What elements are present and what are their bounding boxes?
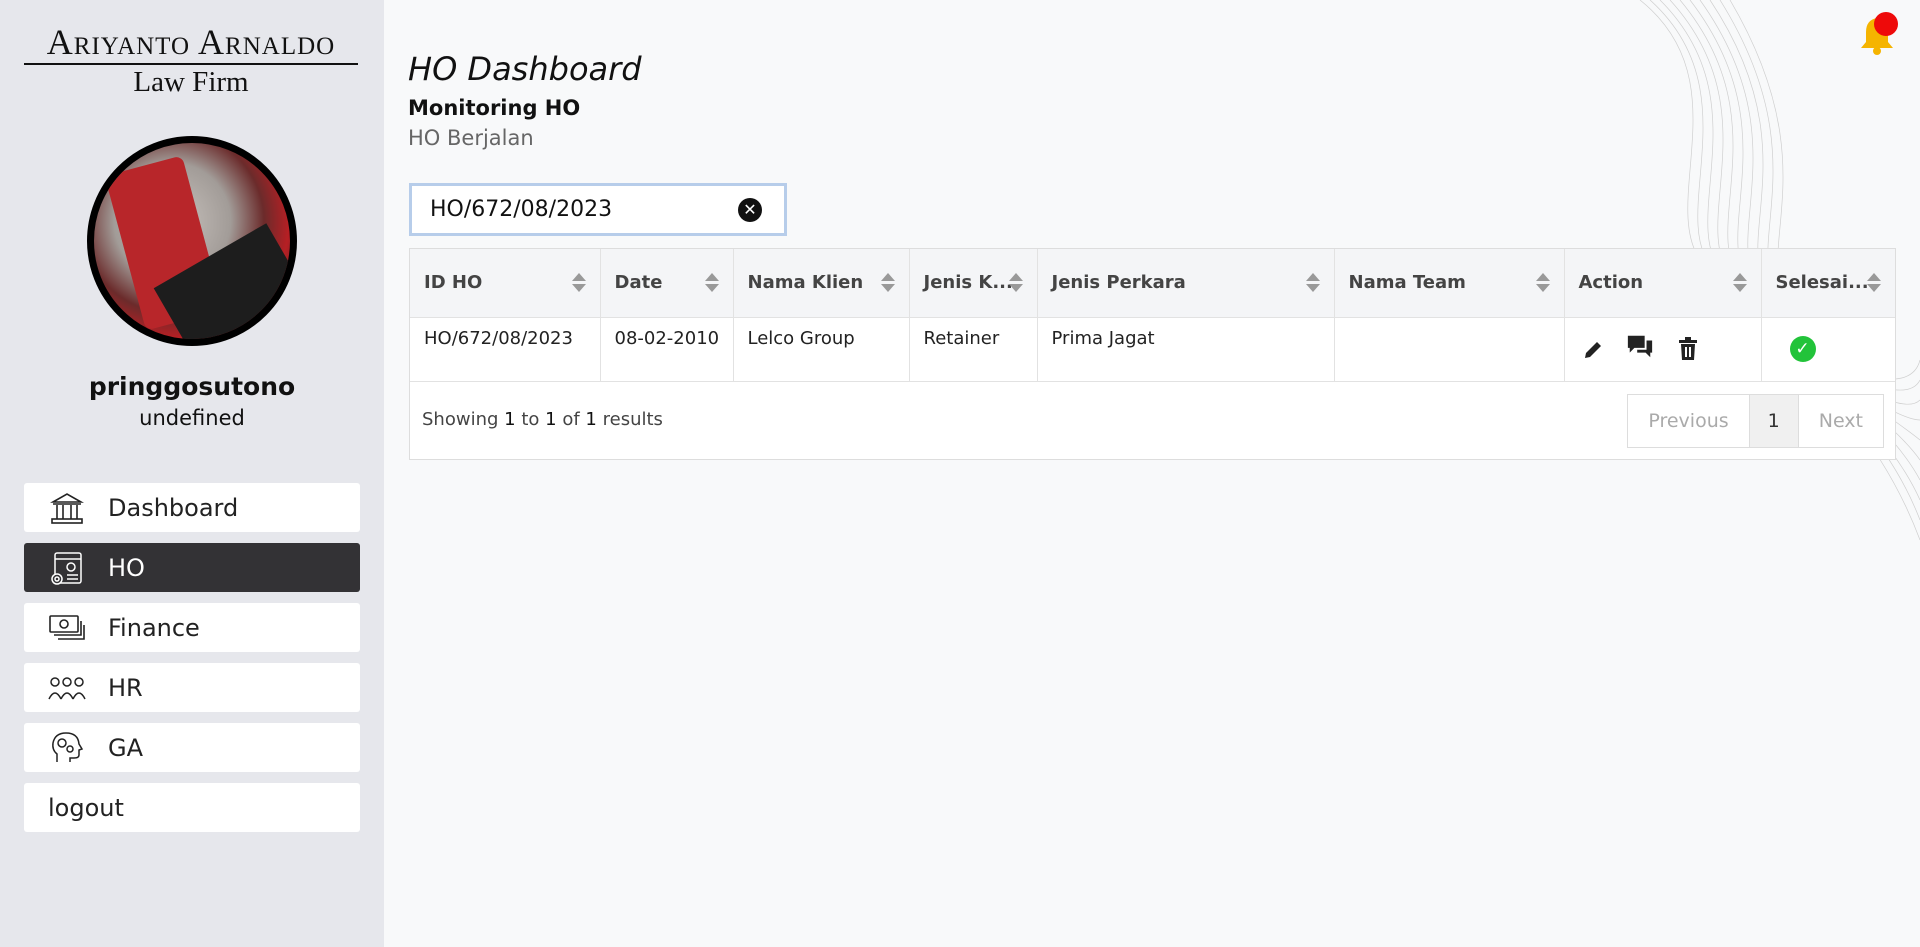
page-title: HO Dashboard: [408, 50, 642, 88]
sidebar-item-ho[interactable]: HO: [24, 543, 360, 592]
section-label: HO Berjalan: [408, 126, 534, 150]
column-header-action[interactable]: Action: [1564, 249, 1762, 318]
column-header-nama-klien[interactable]: Nama Klien: [733, 249, 910, 318]
pagination: Previous 1 Next: [1627, 394, 1884, 448]
people-group-icon: [48, 670, 86, 706]
cell-nama-team: [1334, 317, 1565, 382]
search-box: ✕: [409, 183, 787, 236]
sort-icon: [1867, 273, 1881, 293]
cell-jenis-k: Retainer: [909, 317, 1038, 382]
sidebar-item-finance[interactable]: Finance: [24, 603, 360, 652]
cell-jenis-perkara: Prima Jagat: [1037, 317, 1335, 382]
sort-icon: [1305, 273, 1320, 293]
ho-table: ID HO Date Nama Klien Jenis K... Jenis P…: [409, 248, 1896, 460]
comments-icon[interactable]: [1626, 333, 1654, 361]
table-row: HO/672/08/2023 08-02-2010 Lelco Group Re…: [410, 317, 1895, 382]
logo-rule: [24, 63, 358, 65]
law-firm-logo: Ariyanto Arnaldo Law Firm: [24, 22, 358, 97]
logout-label: logout: [48, 793, 124, 822]
head-gears-icon: [48, 730, 86, 766]
check-circle-icon[interactable]: ✓: [1789, 335, 1816, 362]
sort-icon: [704, 273, 719, 293]
sort-icon: [571, 273, 586, 293]
page-subtitle: Monitoring HO: [408, 96, 581, 120]
column-header-date[interactable]: Date: [600, 249, 734, 318]
money-cash-icon: [48, 610, 86, 646]
sort-icon: [1732, 273, 1747, 293]
cell-selesai: ✓: [1761, 317, 1895, 382]
user-name: pringgosutono: [88, 372, 296, 401]
column-header-jenis-perkara[interactable]: Jenis Perkara: [1037, 249, 1335, 318]
clear-search-icon[interactable]: ✕: [738, 198, 762, 222]
sidebar-item-label: HR: [108, 673, 143, 702]
sort-icon: [1008, 273, 1023, 293]
sidebar-item-label: Dashboard: [108, 493, 239, 522]
sidebar-item-label: GA: [108, 733, 144, 762]
column-header-id-ho[interactable]: ID HO: [410, 249, 601, 318]
column-header-selesai[interactable]: Selesai...: [1761, 249, 1895, 318]
notification-badge: [1874, 12, 1898, 36]
delete-trash-icon[interactable]: [1674, 335, 1702, 363]
column-header-jenis-k[interactable]: Jenis K...: [909, 249, 1038, 318]
logo-line1: Ariyanto Arnaldo: [46, 22, 336, 62]
sidebar-item-label: Finance: [108, 613, 200, 642]
column-header-nama-team[interactable]: Nama Team: [1334, 249, 1565, 318]
sidebar: Ariyanto Arnaldo Law Firm pringgosutono …: [0, 0, 384, 947]
sidebar-item-label: HO: [108, 553, 145, 582]
logout-button[interactable]: logout: [24, 783, 360, 832]
settings-document-icon: [48, 550, 86, 586]
sidebar-item-dashboard[interactable]: Dashboard: [24, 483, 360, 532]
cell-date: 08-02-2010: [600, 317, 734, 382]
avatar: [87, 136, 297, 346]
edit-pencil-icon[interactable]: [1579, 336, 1607, 364]
user-role: undefined: [139, 406, 245, 430]
sort-icon: [1535, 273, 1550, 293]
bank-building-icon: [48, 490, 86, 526]
previous-page-button[interactable]: Previous: [1628, 395, 1750, 447]
next-page-button[interactable]: Next: [1798, 395, 1883, 447]
sidebar-nav: Dashboard HO Finance HR GA logout: [24, 483, 360, 843]
search-input[interactable]: [430, 197, 730, 222]
sort-icon: [880, 273, 895, 293]
logo-line2: Law Firm: [133, 66, 249, 98]
results-info: Showing 1 to 1 of 1 results: [422, 409, 663, 430]
sidebar-item-ga[interactable]: GA: [24, 723, 360, 772]
cell-actions: [1564, 317, 1762, 382]
cell-id-ho: HO/672/08/2023: [410, 317, 601, 382]
cell-nama-klien: Lelco Group: [733, 317, 910, 382]
sidebar-item-hr[interactable]: HR: [24, 663, 360, 712]
notification-bell-button[interactable]: [1858, 12, 1898, 56]
page-number-button[interactable]: 1: [1749, 395, 1799, 447]
